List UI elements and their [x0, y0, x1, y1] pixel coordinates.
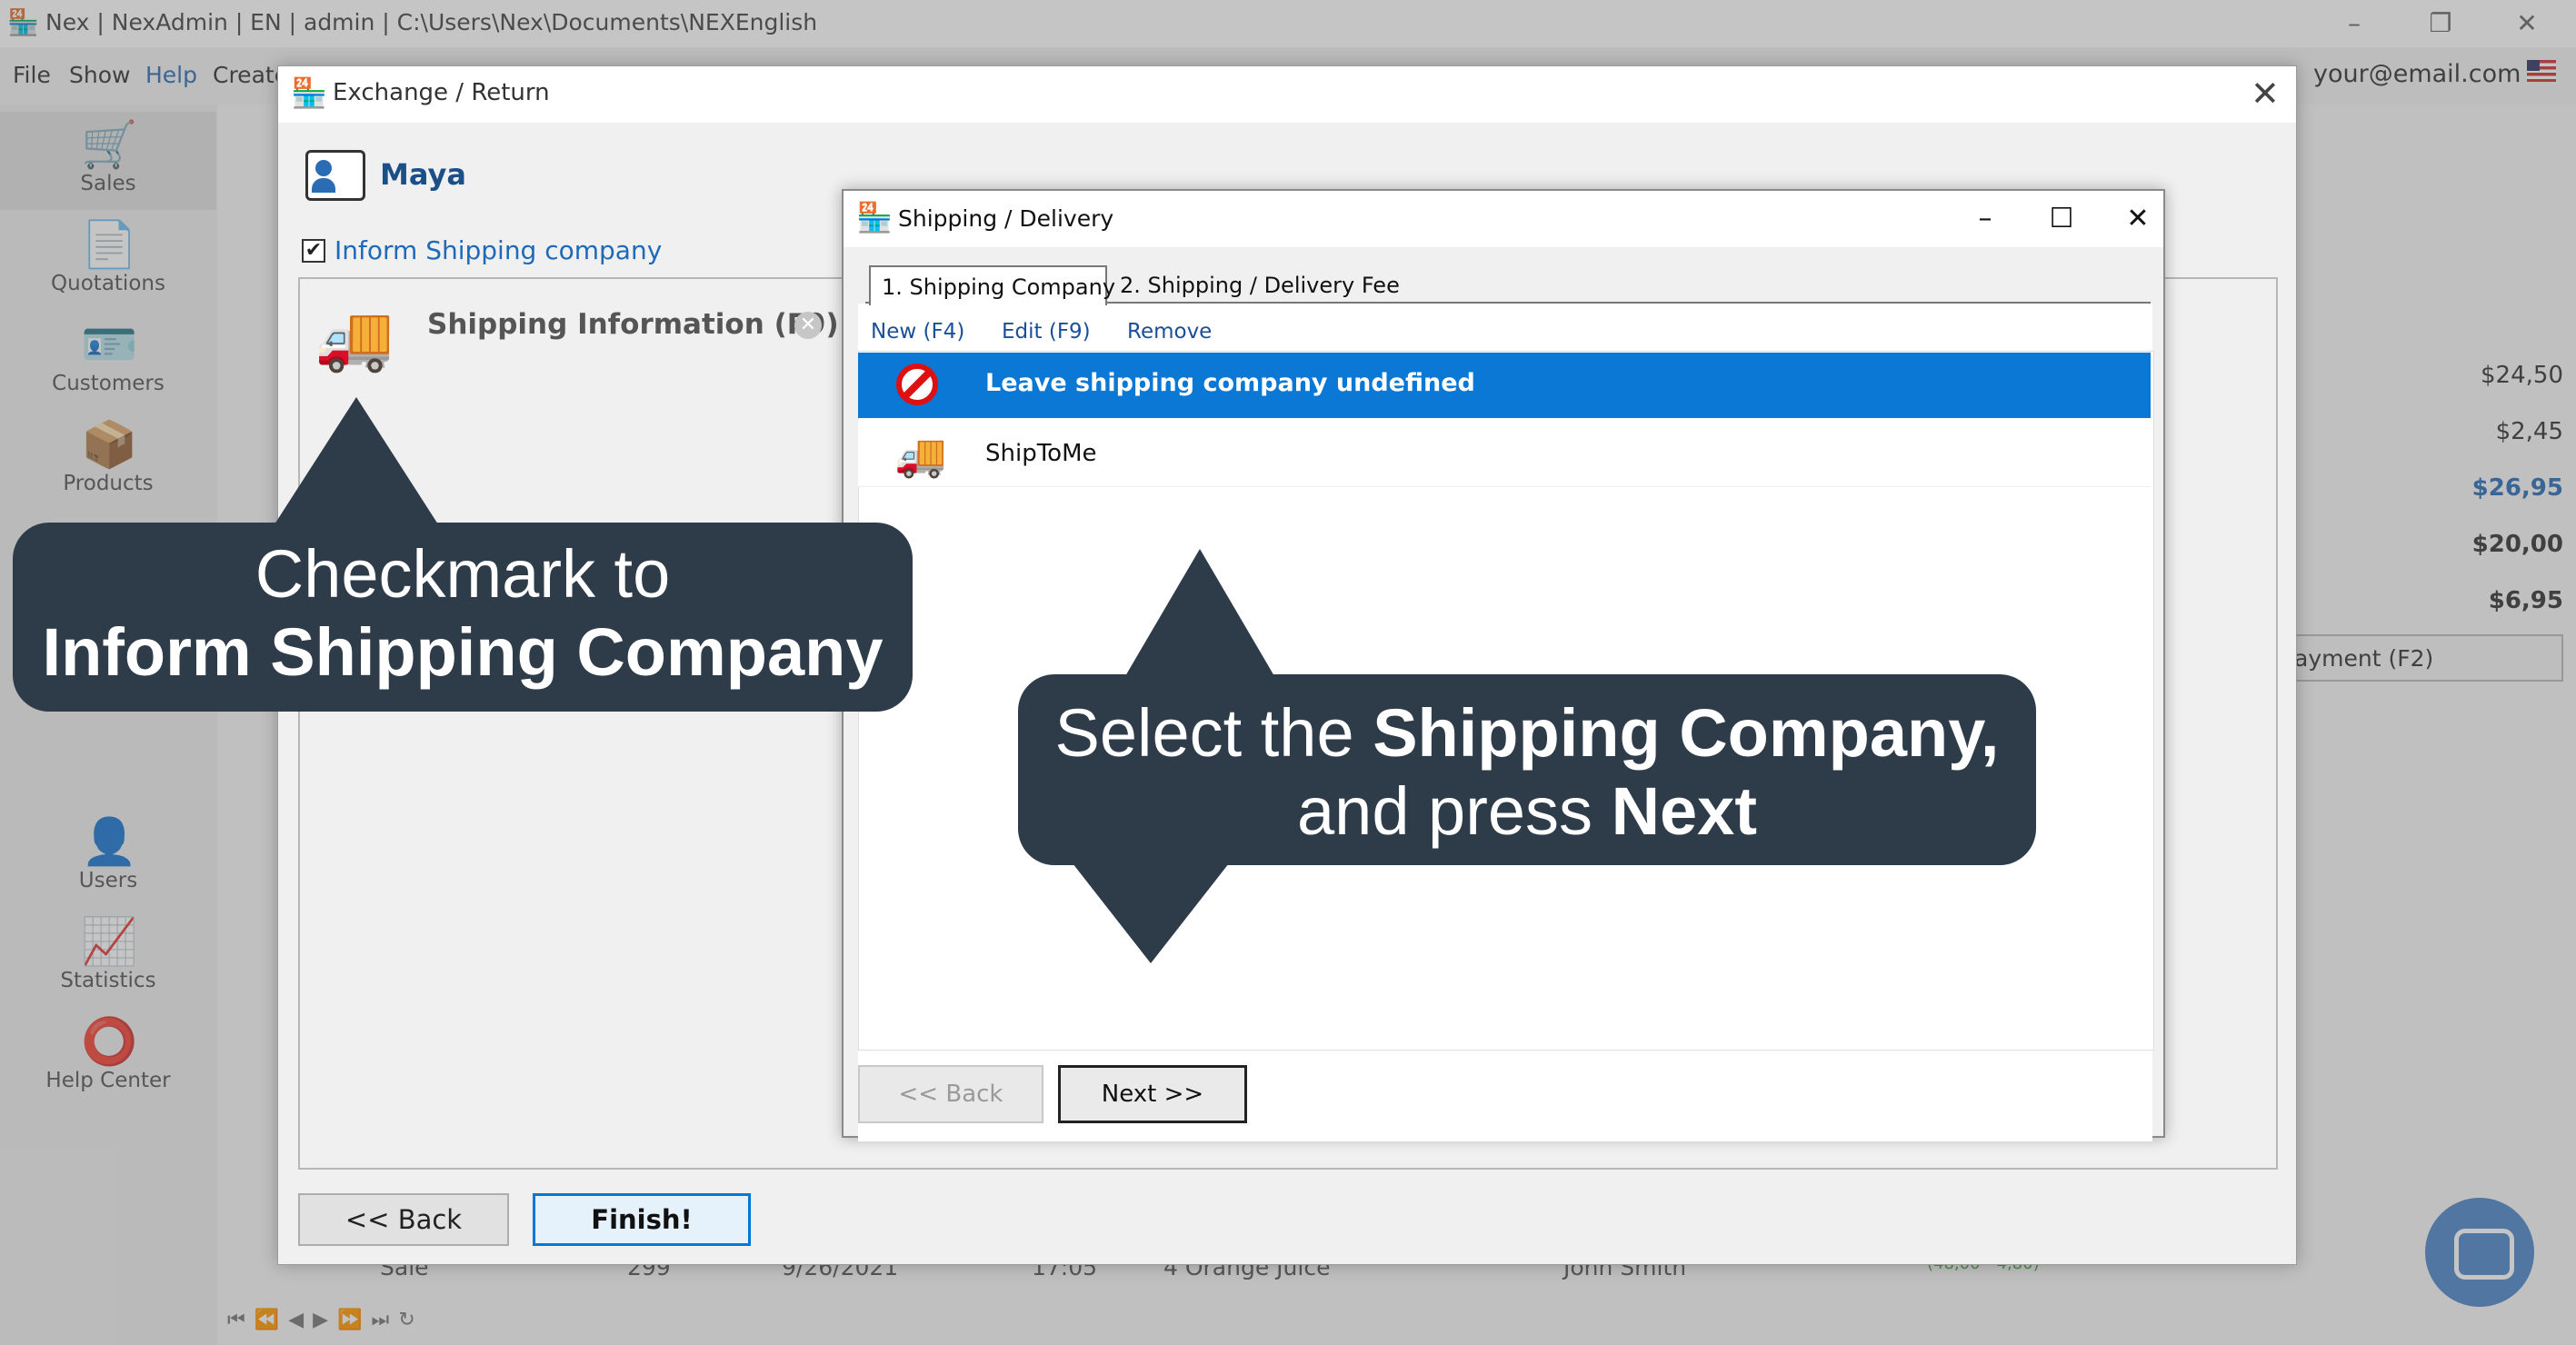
- dialog-titlebar: 🏪 Shipping / Delivery – ☐ ✕: [844, 191, 2163, 247]
- callout-line: and press Next: [1018, 772, 2036, 851]
- customer-card-icon: [305, 150, 365, 201]
- list-item[interactable]: 🚚 ShipToMe: [858, 420, 2151, 487]
- inform-shipping-checkbox[interactable]: ✔: [302, 239, 325, 263]
- callout-text: and press: [1297, 773, 1612, 849]
- maximize-icon[interactable]: ☐: [2034, 196, 2089, 242]
- back-button[interactable]: << Back: [298, 1193, 509, 1246]
- list-item-label: ShipToMe: [985, 440, 1097, 467]
- truck-icon: 🚚: [315, 301, 394, 375]
- tab-shipping-delivery-fee[interactable]: 2. Shipping / Delivery Fee: [1109, 265, 1400, 304]
- inform-shipping-label[interactable]: Inform Shipping company: [334, 235, 662, 265]
- callout-pointer: [1125, 549, 1274, 676]
- back-button[interactable]: << Back: [858, 1065, 1043, 1123]
- clear-icon[interactable]: ✕: [794, 312, 822, 339]
- shipping-information-label[interactable]: Shipping Information (F9): [427, 308, 839, 341]
- close-icon[interactable]: ✕: [2111, 196, 2165, 242]
- callout-pointer: [275, 397, 438, 524]
- next-button[interactable]: Next >>: [1058, 1065, 1247, 1123]
- callout-text: Select the: [1054, 695, 1373, 771]
- minimize-icon[interactable]: –: [1958, 196, 2012, 242]
- callout-pointer: [1073, 863, 1229, 963]
- new-link[interactable]: New (F4): [871, 320, 964, 344]
- finish-button[interactable]: Finish!: [533, 1193, 751, 1246]
- callout-inform-shipping: Checkmark to Inform Shipping Company: [13, 523, 913, 712]
- callout-text: Checkmark to: [255, 536, 671, 612]
- callout-line: Select the Shipping Company,: [1018, 694, 2036, 772]
- truck-icon: 🚚: [894, 431, 947, 480]
- dialog-title: Shipping / Delivery: [898, 205, 1114, 232]
- no-entry-icon: [896, 364, 938, 405]
- callout-text: Next: [1611, 773, 1757, 849]
- app-logo-icon: 🏪: [291, 75, 327, 110]
- callout-select-company: Select the Shipping Company, and press N…: [1018, 674, 2036, 865]
- list-item-label: Leave shipping company undefined: [985, 369, 1475, 397]
- dialog-title: Exchange / Return: [333, 79, 550, 106]
- list-item[interactable]: Leave shipping company undefined: [858, 353, 2151, 418]
- app-logo-icon: 🏪: [856, 200, 893, 234]
- close-icon[interactable]: ✕: [2251, 74, 2280, 114]
- callout-text: Shipping Company,: [1373, 695, 2000, 771]
- tab-shipping-company[interactable]: 1. Shipping Company: [869, 265, 1115, 305]
- customer-name[interactable]: Maya: [380, 157, 466, 192]
- dialog-titlebar: 🏪 Exchange / Return ✕: [278, 66, 2296, 123]
- callout-text: Inform Shipping Company: [42, 614, 884, 690]
- remove-link[interactable]: Remove: [1127, 320, 1212, 344]
- shipping-delivery-dialog: 🏪 Shipping / Delivery – ☐ ✕ 1. Shipping …: [842, 189, 2165, 1141]
- edit-link[interactable]: Edit (F9): [1002, 320, 1091, 344]
